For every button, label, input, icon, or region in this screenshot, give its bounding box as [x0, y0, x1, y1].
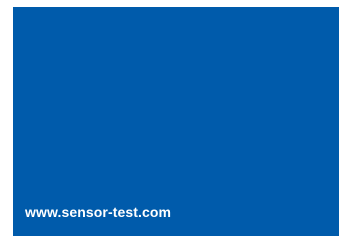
blue-banner-panel: www.sensor-test.com [13, 7, 339, 236]
website-url-text: www.sensor-test.com [25, 204, 172, 220]
banner-frame: www.sensor-test.com [0, 0, 352, 244]
